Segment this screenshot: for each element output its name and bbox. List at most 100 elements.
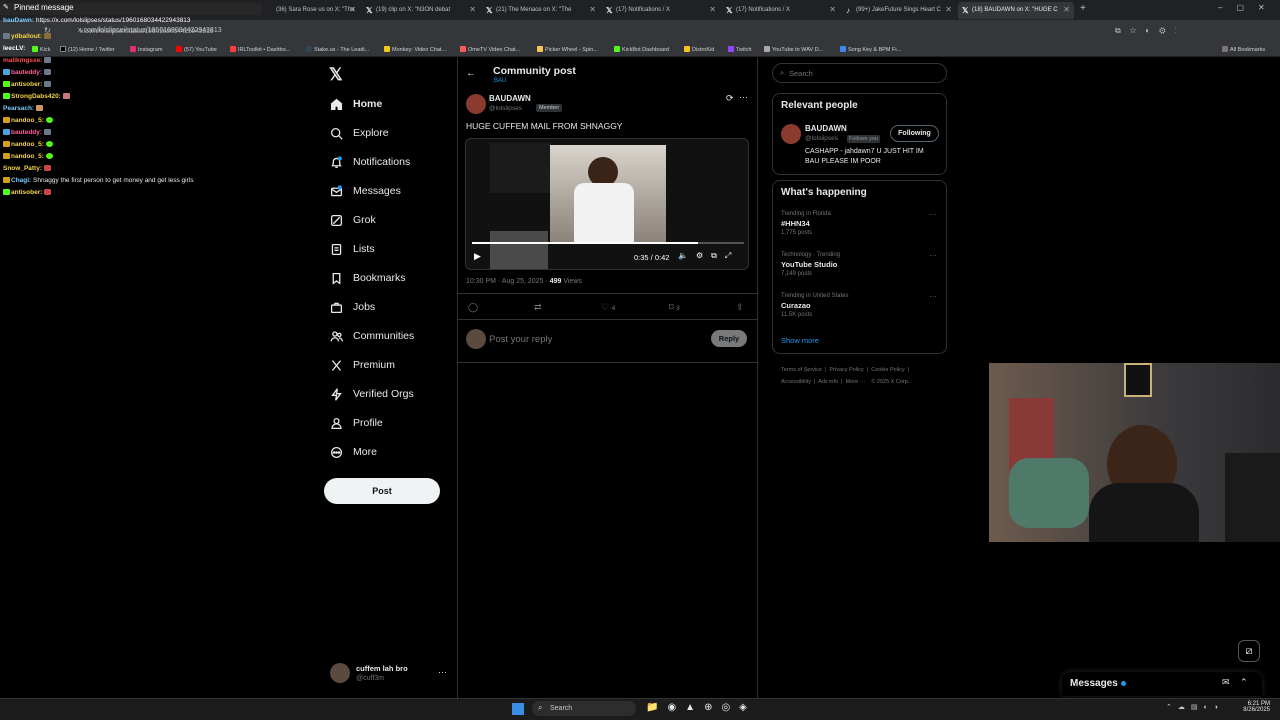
bookmark-item[interactable]: Kick (32, 46, 50, 53)
nav-grok[interactable]: Grok (330, 209, 376, 231)
person-name[interactable]: BAUDAWN (805, 124, 847, 133)
bookmark-item[interactable]: Instagram (130, 46, 162, 53)
browser-tab[interactable]: 𝕏 (17) Notifications / X ✕ (602, 2, 720, 19)
compose-message-icon[interactable]: ✉ (1222, 677, 1230, 688)
start-icon[interactable] (512, 703, 524, 715)
nav-premium[interactable]: Premium (330, 354, 395, 376)
nav-more[interactable]: More (330, 441, 377, 463)
nav-notifications[interactable]: Notifications (330, 151, 410, 173)
bookmark-item[interactable]: (12) Home / Twitter (60, 46, 115, 53)
person-avatar[interactable] (781, 124, 801, 144)
post-button[interactable]: Post (324, 478, 440, 504)
x-logo-icon[interactable]: 𝕏 (329, 65, 343, 85)
trend-more-icon[interactable]: ··· (929, 292, 937, 301)
list-icon (331, 243, 342, 255)
video-progress-track[interactable] (472, 242, 744, 244)
bookmark-item[interactable]: Monkey: Video Chat... (384, 46, 446, 53)
search-box[interactable]: ⌕ (772, 63, 947, 83)
taskbar-search[interactable]: ⌕ Search (532, 701, 636, 716)
browser-tab[interactable]: ♪ (99+) JakeFuture Sings Heart C ✕ (842, 2, 956, 19)
browser-tab[interactable]: 𝕏 (21) The Menace on X: "The ✕ (482, 2, 600, 19)
bookmark-item[interactable]: DistroKid (684, 46, 714, 53)
repost-icon[interactable]: ⇄ (534, 302, 542, 313)
footer-link[interactable]: Ads info (818, 379, 838, 385)
nav-communities[interactable]: Communities (330, 325, 414, 347)
nav-bookmarks[interactable]: Bookmarks (330, 267, 406, 289)
nav-lists[interactable]: Lists (330, 238, 375, 260)
video-controls-icons[interactable]: 🔈⚙⧉⤢ (678, 251, 739, 261)
like-icon[interactable]: ♡ 4 (601, 302, 615, 313)
nav-verified-orgs[interactable]: Verified Orgs (330, 383, 414, 405)
bookmark-item[interactable]: (57) YouTube (176, 46, 217, 53)
reply-input[interactable] (489, 331, 689, 347)
share-icon[interactable]: ⇪ (736, 302, 744, 313)
footer-link[interactable]: More ··· (846, 379, 866, 385)
chat-user: leecLV: (3, 45, 26, 52)
account-avatar[interactable] (330, 663, 350, 683)
extension-icons[interactable]: ⧉☆◐⚙⋮ (1115, 26, 1186, 36)
bookmark-item[interactable]: Picker Wheel - Spin... (537, 46, 598, 53)
close-icon[interactable]: ✕ (945, 5, 952, 14)
reply-button[interactable]: Reply (711, 330, 747, 347)
trend-item[interactable]: Trending in Florida #HHN34 1,775 posts (781, 211, 831, 236)
account-name[interactable]: cuffem lah bro (356, 664, 408, 673)
messages-dock[interactable]: Messages ✉ ⌃ (1062, 672, 1262, 696)
reply-icon[interactable]: ◯ (468, 302, 478, 313)
browser-tab[interactable]: 𝕏 (19) clip on X: "N3ON debat ✕ (362, 2, 480, 19)
close-icon[interactable]: ✕ (1063, 5, 1070, 14)
close-icon[interactable]: ✕ (349, 5, 356, 14)
bookmark-item[interactable]: Stake.us - The Leadi... (306, 46, 369, 53)
nav-messages[interactable]: Messages (330, 180, 401, 202)
taskbar-app-icons[interactable]: 📁◉▲⊕◎◈ (646, 702, 756, 713)
person-handle[interactable]: @lolslipses (805, 135, 838, 142)
post-more-icon[interactable]: ··· (739, 92, 748, 102)
footer-link[interactable]: Terms of Service (781, 367, 822, 373)
trend-item[interactable]: Technology · Trending YouTube Studio 7,1… (781, 252, 840, 277)
footer-link[interactable]: Privacy Policy (830, 367, 864, 373)
community-name[interactable]: BAU (494, 78, 506, 84)
bookmark-item[interactable]: OmeTV Video Chat... (460, 46, 520, 53)
author-handle[interactable]: @lolslipses (489, 105, 522, 112)
chevron-up-icon[interactable]: ⌃ (1240, 677, 1248, 688)
close-icon[interactable]: ✕ (709, 5, 716, 14)
close-icon[interactable]: ✕ (829, 5, 836, 14)
author-avatar[interactable] (466, 94, 486, 114)
close-icon[interactable]: ✕ (589, 5, 596, 14)
browser-tab[interactable]: 𝕏 (17) Notifications / X ✕ (722, 2, 840, 19)
nav-profile[interactable]: Profile (330, 412, 383, 434)
nav-jobs[interactable]: Jobs (330, 296, 375, 318)
trend-more-icon[interactable]: ··· (929, 251, 937, 260)
grok-float-icon[interactable]: ⧄ (1238, 640, 1260, 662)
bookmark-action-icon[interactable]: ⌑ 3 (669, 302, 680, 313)
bookmark-item[interactable]: IRLToolkit • Dashbo... (230, 46, 290, 53)
browser-tab[interactable]: (36) Sara Rose us on X: "The ✕ (262, 2, 360, 19)
bookmark-item[interactable]: KickBot Dashboard (614, 46, 669, 53)
trend-item[interactable]: Trending in United States Curazao 11.5K … (781, 293, 848, 318)
all-bookmarks[interactable]: All Bookmarks (1222, 46, 1265, 53)
back-arrow-icon[interactable]: ← (466, 68, 476, 79)
trend-more-icon[interactable]: ··· (929, 210, 937, 219)
bookmark-label: Song Key & BPM Fi... (848, 47, 902, 53)
tab-label: (21) The Menace (496, 7, 542, 13)
window-controls[interactable]: –▢✕ (1218, 3, 1279, 12)
close-icon[interactable]: ✕ (469, 5, 476, 14)
grok-explain-icon[interactable]: ⟳ (726, 93, 734, 104)
bookmark-item[interactable]: Twitch (728, 46, 752, 53)
following-button[interactable]: Following (890, 125, 939, 142)
footer-link[interactable]: Cookie Policy (871, 367, 904, 373)
bookmark-item[interactable]: YouTube to WAV D... (764, 46, 823, 53)
nav-explore[interactable]: Explore (330, 122, 389, 144)
author-name[interactable]: BAUDAWN (489, 94, 531, 103)
new-tab-icon[interactable]: + (1080, 3, 1086, 14)
browser-tab-active[interactable]: 𝕏 (18) BAUDAWN on X: "HUGE C ✕ (958, 2, 1074, 19)
play-icon[interactable]: ▶ (474, 251, 481, 262)
account-menu-icon[interactable]: ··· (438, 667, 447, 677)
footer-link[interactable]: Accessibility (781, 379, 811, 385)
system-tray-icons[interactable]: ⌃☁▤◐◑ (1166, 703, 1224, 711)
video-player[interactable]: ▶ 0:35 / 0:42 🔈⚙⧉⤢ (465, 138, 749, 270)
show-more-link[interactable]: Show more (781, 336, 819, 345)
nav-home[interactable]: Home (330, 93, 382, 115)
taskbar-clock[interactable]: 6:21 PM 8/26/2025 (1240, 701, 1270, 713)
search-input[interactable] (789, 67, 939, 79)
bookmark-item[interactable]: Song Key & BPM Fi... (840, 46, 901, 53)
